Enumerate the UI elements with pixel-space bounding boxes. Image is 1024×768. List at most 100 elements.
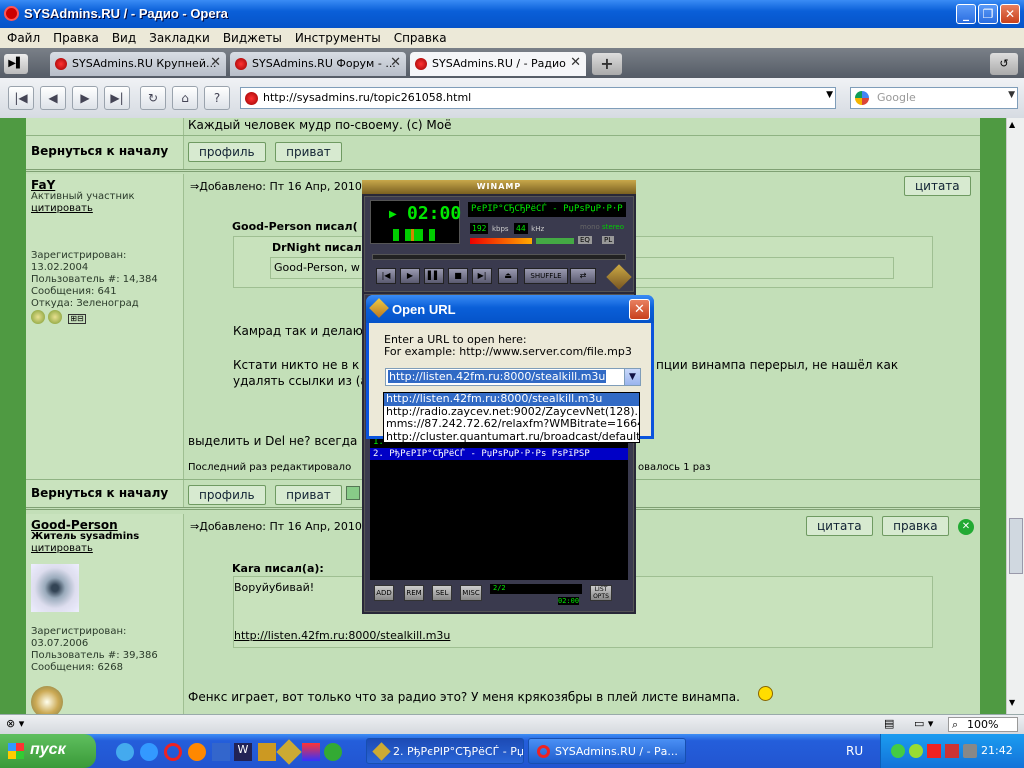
volume-slider[interactable] <box>470 238 532 244</box>
pm-button[interactable]: приват <box>275 485 342 505</box>
opera-icon[interactable] <box>164 743 182 761</box>
icq-icon[interactable] <box>324 743 342 761</box>
menu-help[interactable]: Справка <box>387 28 453 45</box>
reload-icon[interactable]: ↻ <box>140 86 166 110</box>
menu-widgets[interactable]: Виджеты <box>216 28 288 45</box>
seek-bar[interactable] <box>372 254 626 260</box>
quote-button[interactable]: цитата <box>904 176 971 196</box>
previous-icon[interactable]: |◀ <box>376 268 396 284</box>
pl-sel-button[interactable]: SEL <box>432 585 452 601</box>
menu-bookmarks[interactable]: Закладки <box>142 28 216 45</box>
pl-rem-button[interactable]: REM <box>404 585 424 601</box>
close-button[interactable]: ✕ <box>1000 4 1020 24</box>
profile-button[interactable]: профиль <box>188 142 266 162</box>
word-icon[interactable]: W <box>234 743 252 761</box>
firefox-icon[interactable] <box>188 743 206 761</box>
home-icon[interactable]: ⌂ <box>172 86 198 110</box>
page-settings-icon[interactable]: ▤ <box>884 717 894 730</box>
dialog-close-icon[interactable]: ✕ <box>629 299 650 320</box>
scroll-down-icon[interactable]: ▼ <box>1009 698 1015 707</box>
menu-view[interactable]: Вид <box>105 28 142 45</box>
language-indicator[interactable]: RU <box>846 744 863 758</box>
eject-icon[interactable]: ⏏ <box>498 268 518 284</box>
fast-forward-icon[interactable]: ▶| <box>104 86 130 110</box>
dialog-instructions: Enter a URL to open here: For example: h… <box>384 334 632 358</box>
scrollbar-thumb[interactable] <box>1009 518 1023 574</box>
menu-edit[interactable]: Правка <box>46 28 105 45</box>
pause-icon[interactable]: ▌▌ <box>424 268 444 284</box>
list-options-button[interactable]: LIST OPTS <box>590 585 612 601</box>
panel-toggle-icon[interactable]: ▶▌ <box>4 54 28 74</box>
tray-icon[interactable] <box>891 744 905 758</box>
antivirus-icon[interactable] <box>927 744 941 758</box>
menu-tools[interactable]: Инструменты <box>288 28 387 45</box>
pl-add-button[interactable]: ADD <box>374 585 394 601</box>
quicklaunch-icon[interactable] <box>116 743 134 761</box>
chevron-down-icon[interactable]: ▼ <box>624 369 640 385</box>
pl-misc-button[interactable]: MISC <box>460 585 482 601</box>
url-option[interactable]: http://cluster.quantumart.ru/broadcast/d… <box>384 430 639 442</box>
quote-link[interactable]: цитировать <box>31 543 93 554</box>
scroll-up-icon[interactable]: ▲ <box>1009 120 1015 129</box>
quote-link[interactable]: цитировать <box>31 203 93 214</box>
stop-icon[interactable]: ■ <box>448 268 468 284</box>
pm-button[interactable]: приват <box>275 142 342 162</box>
speed-dial-icon[interactable]: ⊗ ▾ <box>6 717 24 730</box>
quote-link-url[interactable]: http://listen.42fm.ru:8000/stealkill.m3u <box>234 629 450 642</box>
trash-icon[interactable]: ↺ <box>990 53 1018 75</box>
explorer-icon[interactable] <box>212 743 230 761</box>
icq-icon[interactable] <box>346 486 360 500</box>
taskbar-opera[interactable]: SYSAdmins.RU / - Ра... <box>528 738 686 764</box>
start-button[interactable]: пуск <box>0 734 96 768</box>
tab-3-active[interactable]: SYSAdmins.RU / - Радио ✕ <box>410 52 586 76</box>
tab-close-icon[interactable]: ✕ <box>570 55 581 70</box>
ie-icon[interactable] <box>140 743 158 761</box>
maximize-button[interactable]: ❐ <box>978 4 998 24</box>
tab-close-icon[interactable]: ✕ <box>210 55 221 70</box>
address-input[interactable]: http://sysadmins.ru/topic261058.html ▼ <box>240 87 836 109</box>
back-icon[interactable]: ◀ <box>40 86 66 110</box>
expand-icon[interactable]: ⊞⊟ <box>68 314 86 324</box>
url-option[interactable]: http://listen.42fm.ru:8000/stealkill.m3u <box>384 393 639 406</box>
rewind-icon[interactable]: |◀ <box>8 86 34 110</box>
chevron-down-icon[interactable]: ▼ <box>1008 90 1015 100</box>
balance-slider[interactable] <box>536 238 574 244</box>
winamp-quicklaunch-icon[interactable] <box>276 739 302 765</box>
edit-button[interactable]: правка <box>882 516 949 536</box>
minimize-button[interactable]: _ <box>956 4 976 24</box>
taskbar-winamp[interactable]: 2. РђРєРІР°СЂРёСЃ - РџРѕ... <box>366 738 524 764</box>
tray-icon[interactable] <box>945 744 959 758</box>
repeat-icon[interactable]: ⇄ <box>570 268 596 284</box>
tray-icon[interactable] <box>909 744 923 758</box>
quote-button[interactable]: цитата <box>806 516 873 536</box>
url-combobox[interactable]: http://listen.42fm.ru:8000/stealkill.m3u… <box>385 368 641 386</box>
search-input[interactable]: Google ▼ <box>850 87 1018 109</box>
app-icon[interactable] <box>258 743 276 761</box>
tab-close-icon[interactable]: ✕ <box>390 55 401 70</box>
back-to-top-link[interactable]: Вернуться к началу <box>31 144 168 158</box>
pl-toggle[interactable]: PL <box>602 236 615 244</box>
page-scrollbar[interactable]: ▲ ▼ <box>1006 118 1024 714</box>
profile-button[interactable]: профиль <box>188 485 266 505</box>
shuffle-button[interactable]: SHUFFLE <box>524 268 568 284</box>
post-author[interactable]: Good-Person <box>31 518 118 532</box>
tab-2[interactable]: SYSAdmins.RU Форум - ... ✕ <box>230 52 406 76</box>
tab-1[interactable]: SYSAdmins.RU Крупней... ✕ <box>50 52 226 76</box>
menu-file[interactable]: Файл <box>0 28 46 45</box>
eq-toggle[interactable]: EQ <box>578 236 592 244</box>
wand-icon[interactable]: ? <box>204 86 230 110</box>
new-tab-button[interactable]: + <box>592 53 622 75</box>
playlist-item[interactable]: 2. РђРєРІР°СЂРёСЃ - РџРѕРџР·Р·Рѕ РѕРїРЅР <box>370 448 628 460</box>
view-mode-icon[interactable]: ▭ ▾ <box>914 717 933 730</box>
zoom-control[interactable]: ⌕ 100% <box>948 717 1018 732</box>
url-option[interactable]: mms://87.242.72.62/relaxfm?WMBitrate=166… <box>384 417 639 431</box>
back-to-top-link[interactable]: Вернуться к началу <box>31 486 168 500</box>
network-icon[interactable] <box>963 744 977 758</box>
next-icon[interactable]: ▶| <box>472 268 492 284</box>
post-author[interactable]: FaY <box>31 178 55 192</box>
chevron-down-icon[interactable]: ▼ <box>826 90 833 100</box>
delete-icon[interactable]: ✕ <box>958 519 974 535</box>
forward-icon[interactable]: ▶ <box>72 86 98 110</box>
app-icon[interactable] <box>302 743 320 761</box>
play-icon[interactable]: ▶ <box>400 268 420 284</box>
